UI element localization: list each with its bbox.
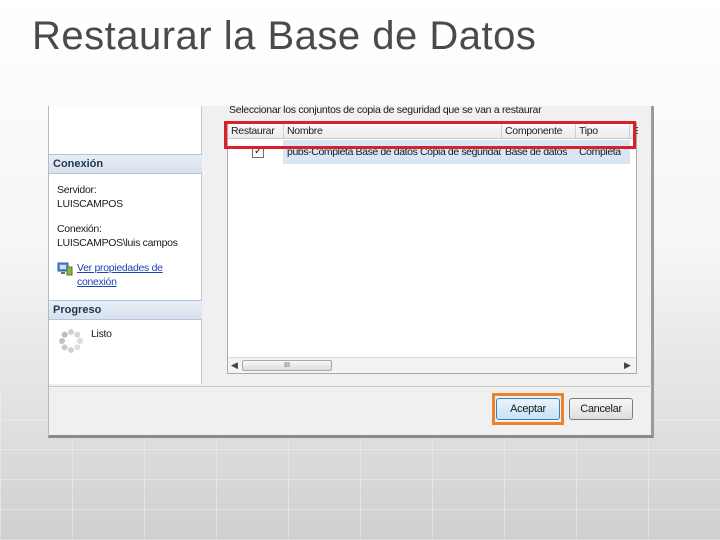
row-highlight-callout: [224, 121, 636, 149]
backup-sets-grid[interactable]: Restaurar Nombre Componente Tipo S ✓ pub…: [227, 122, 638, 374]
cancel-button[interactable]: Cancelar: [569, 398, 633, 420]
backup-sets-label: Seleccionar los conjuntos de copia de se…: [229, 104, 542, 116]
dialog-footer-divider: [49, 386, 652, 387]
connection-properties-icon: [57, 262, 73, 276]
restore-database-dialog: Conexión Servidor: LUISCAMPOS Conexión: …: [48, 104, 654, 438]
scroll-right-arrow-icon[interactable]: ▶: [624, 360, 631, 371]
connection-section-header: Conexión: [49, 154, 202, 174]
progress-spinner-icon: [59, 329, 83, 353]
ok-button-highlight-callout: [492, 393, 564, 425]
connection-properties-link-line2[interactable]: conexión: [77, 276, 117, 288]
progress-status: Listo: [91, 328, 112, 340]
dialog-left-panel: Conexión Servidor: LUISCAMPOS Conexión: …: [49, 106, 202, 384]
scroll-left-arrow-icon[interactable]: ◀: [231, 360, 238, 371]
progress-section-header: Progreso: [49, 300, 202, 320]
connection-properties-link[interactable]: Ver propiedades de: [77, 262, 163, 274]
server-label: Servidor:: [57, 184, 97, 196]
slide-title: Restaurar la Base de Datos: [32, 14, 537, 58]
connection-value: LUISCAMPOS\luis campos: [57, 237, 178, 249]
scrollbar-thumb[interactable]: III: [242, 360, 332, 371]
backup-sets-area: Seleccionar los conjuntos de copia de se…: [224, 104, 647, 384]
horizontal-scrollbar[interactable]: ◀ III ▶: [228, 357, 636, 373]
connection-label: Conexión:: [57, 223, 102, 235]
server-value: LUISCAMPOS: [57, 198, 123, 210]
